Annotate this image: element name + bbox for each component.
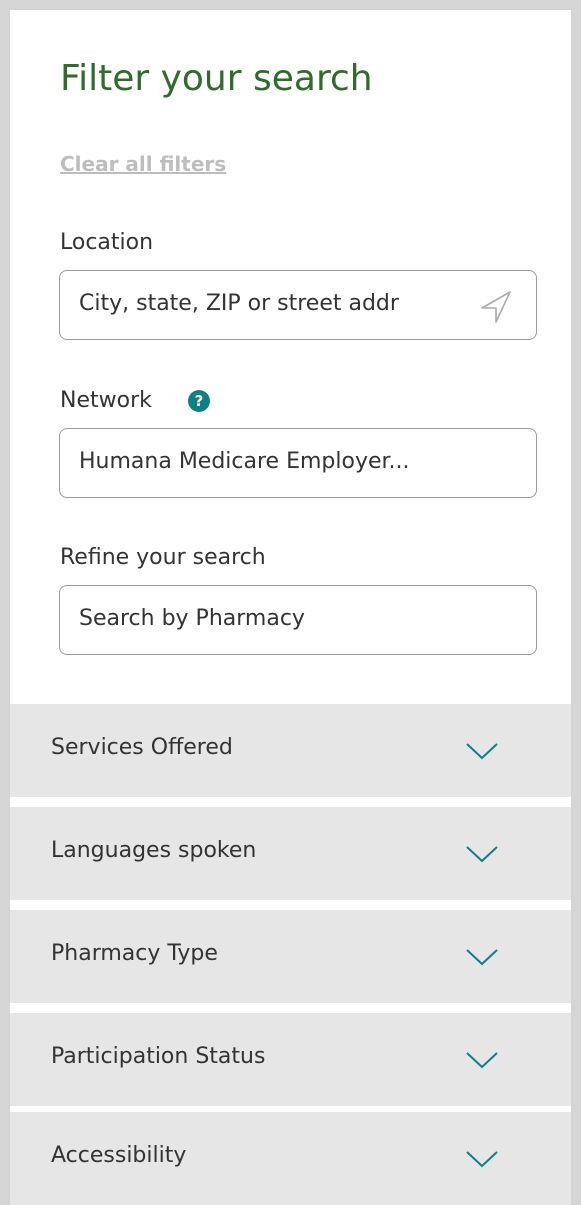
pharmacy-search-input[interactable]: Search by Pharmacy: [59, 585, 537, 655]
chevron-down-icon: [466, 949, 498, 966]
frame-border-right: [571, 0, 581, 1205]
accordion-languages-spoken[interactable]: Languages spoken: [10, 807, 571, 900]
help-question-icon[interactable]: ?: [188, 390, 210, 412]
chevron-down-icon: [466, 1151, 498, 1168]
accordion-services-offered[interactable]: Services Offered: [10, 704, 571, 797]
chevron-down-icon: [466, 743, 498, 760]
pharmacy-search-placeholder: Search by Pharmacy: [79, 606, 305, 631]
accordion-participation-status[interactable]: Participation Status: [10, 1013, 571, 1106]
location-arrow-icon[interactable]: [478, 288, 514, 324]
chevron-down-icon: [466, 1052, 498, 1069]
refine-label: Refine your search: [60, 545, 266, 570]
frame-border-left: [0, 0, 10, 1205]
location-placeholder: City, state, ZIP or street addr: [79, 291, 399, 316]
network-value: Humana Medicare Employer...: [79, 449, 410, 474]
accordion-accessibility[interactable]: Accessibility: [10, 1112, 571, 1205]
frame-border-top: [0, 0, 581, 10]
filter-title: Filter your search: [60, 58, 373, 99]
accordion-label: Pharmacy Type: [51, 941, 218, 966]
network-select[interactable]: Humana Medicare Employer...: [59, 428, 537, 498]
network-label: Network: [60, 388, 152, 413]
filter-frame: Filter your search Clear all filters Loc…: [0, 0, 581, 1205]
accordion-label: Services Offered: [51, 735, 233, 760]
accordion-label: Accessibility: [51, 1143, 187, 1168]
location-input[interactable]: City, state, ZIP or street addr: [59, 270, 537, 340]
chevron-down-icon: [466, 846, 498, 863]
location-label: Location: [60, 230, 154, 255]
accordion-label: Participation Status: [51, 1044, 266, 1069]
accordion-label: Languages spoken: [51, 838, 257, 863]
accordion-pharmacy-type[interactable]: Pharmacy Type: [10, 910, 571, 1003]
clear-all-filters-link[interactable]: Clear all filters: [60, 152, 226, 176]
